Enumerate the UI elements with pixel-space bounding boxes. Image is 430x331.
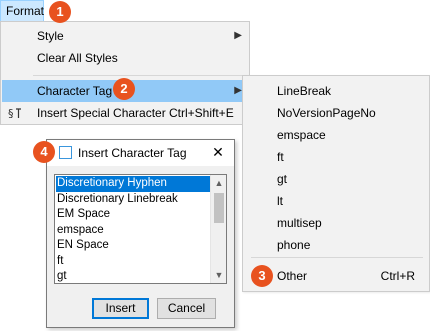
submenu-item-label: emspace bbox=[277, 128, 326, 142]
menu-item-style-label: Style bbox=[37, 29, 64, 43]
submenu-item-label: NoVersionPageNo bbox=[277, 106, 376, 120]
list-item[interactable]: Discretionary Hyphen bbox=[56, 176, 210, 192]
menu-item-insert-special-character[interactable]: § Insert Special Character Ctrl+Shift+E bbox=[2, 102, 249, 124]
menubar-format-label: Format bbox=[6, 4, 45, 18]
submenu-item-label: phone bbox=[277, 238, 311, 252]
menu-item-character-tag-label: Character Tag bbox=[37, 84, 113, 98]
insert-button[interactable]: Insert bbox=[92, 298, 149, 319]
list-item[interactable]: gt bbox=[56, 269, 210, 283]
dialog-title: Insert Character Tag bbox=[78, 146, 187, 160]
menu-item-clear-all-styles-label: Clear All Styles bbox=[37, 51, 118, 65]
menu-item-clear-all-styles[interactable]: Clear All Styles bbox=[2, 47, 249, 69]
list-item[interactable]: emspace bbox=[56, 223, 210, 239]
submenu-item[interactable]: gt bbox=[244, 168, 428, 190]
step-badge-2: 2 bbox=[113, 78, 135, 100]
menu-item-insert-special-character-label: Insert Special Character bbox=[37, 106, 166, 120]
list-item[interactable]: Discretionary Linebreak bbox=[56, 192, 210, 208]
submenu-arrow-icon: ▶ bbox=[234, 30, 242, 41]
submenu-item-label: LineBreak bbox=[277, 84, 332, 98]
submenu-item[interactable]: NoVersionPageNo bbox=[244, 102, 428, 124]
step-badge-1: 1 bbox=[49, 1, 71, 23]
menu-item-style[interactable]: Style ▶ bbox=[2, 25, 249, 47]
format-menu: Style ▶ Clear All Styles Character Tag ▶… bbox=[0, 21, 250, 125]
step-badge-3: 3 bbox=[251, 265, 273, 287]
insert-character-tag-dialog: Insert Character Tag ✕ Discretionary Hyp… bbox=[46, 139, 235, 328]
dialog-window-icon bbox=[59, 146, 72, 159]
svg-text:§: § bbox=[8, 107, 14, 120]
character-tag-listbox[interactable]: Discretionary Hyphen Discretionary Lineb… bbox=[54, 174, 227, 284]
listbox-items: Discretionary Hyphen Discretionary Lineb… bbox=[56, 176, 210, 283]
menu-item-insert-special-character-shortcut: Ctrl+Shift+E bbox=[169, 106, 234, 120]
submenu-item-label: gt bbox=[277, 172, 288, 186]
close-icon[interactable]: ✕ bbox=[210, 144, 226, 160]
scrollbar-thumb[interactable] bbox=[214, 193, 224, 223]
submenu-item-label: multisep bbox=[277, 216, 322, 230]
listbox-scrollbar[interactable]: ▲ ▼ bbox=[210, 175, 226, 283]
submenu-separator bbox=[251, 257, 423, 258]
submenu-item-other-label: Other bbox=[277, 269, 308, 283]
submenu-item[interactable]: phone bbox=[244, 234, 428, 256]
submenu-arrow-icon: ▶ bbox=[234, 85, 242, 96]
list-item[interactable]: ft bbox=[56, 254, 210, 270]
cancel-button[interactable]: Cancel bbox=[157, 298, 216, 319]
menu-separator bbox=[33, 75, 247, 76]
submenu-item[interactable]: ft bbox=[244, 146, 428, 168]
list-item[interactable]: EM Space bbox=[56, 207, 210, 223]
dialog-titlebar[interactable]: Insert Character Tag ✕ bbox=[47, 140, 234, 166]
character-tag-submenu: LineBreak NoVersionPageNo emspace ft gt … bbox=[242, 75, 430, 292]
submenu-item-label: ft bbox=[277, 150, 284, 164]
scroll-down-arrow-icon[interactable]: ▼ bbox=[211, 267, 226, 283]
submenu-item-other-shortcut: Ctrl+R bbox=[380, 269, 415, 283]
step-badge-4: 4 bbox=[33, 141, 55, 163]
submenu-item-label: lt bbox=[277, 194, 283, 208]
submenu-item[interactable]: multisep bbox=[244, 212, 428, 234]
special-character-icon: § bbox=[8, 107, 21, 120]
submenu-item[interactable]: lt bbox=[244, 190, 428, 212]
scroll-up-arrow-icon[interactable]: ▲ bbox=[211, 175, 226, 191]
submenu-item[interactable]: emspace bbox=[244, 124, 428, 146]
list-item[interactable]: EN Space bbox=[56, 238, 210, 254]
menubar-format[interactable]: Format bbox=[0, 0, 44, 22]
submenu-item[interactable]: LineBreak bbox=[244, 80, 428, 102]
